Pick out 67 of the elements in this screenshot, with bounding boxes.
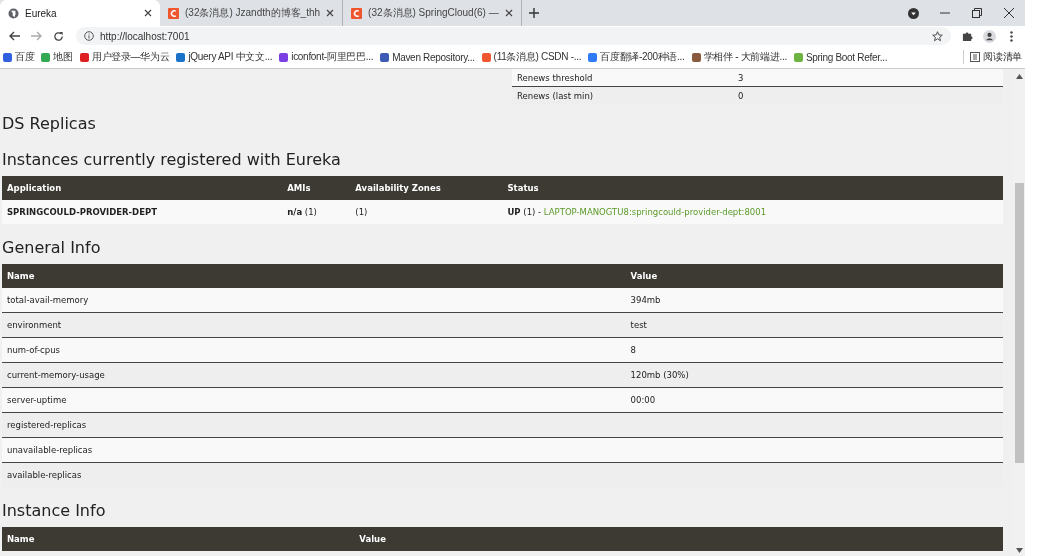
section-heading: General Info (2, 237, 102, 259)
down-arrow-icon[interactable] (1015, 548, 1023, 553)
column-header: Name (2, 264, 626, 288)
restore-icon[interactable] (972, 8, 982, 18)
bookmark[interactable]: jQuery API 中文文... (176, 50, 273, 64)
table-cell: Renews threshold (512, 69, 733, 87)
c-logo-icon (168, 7, 179, 19)
bookmark[interactable]: (11条消息) CSDN -... (481, 50, 582, 64)
table-cell: num-of-cpus (7, 345, 60, 355)
column-header: Availability Zones (350, 176, 503, 200)
bookmark[interactable]: 学相伴 - 大前端进... (691, 50, 787, 64)
table-cell: test (630, 320, 647, 330)
status-text: UP (1) - (507, 207, 543, 217)
bookmark[interactable]: 用户登录—华为云 (79, 50, 170, 64)
profile-icon[interactable] (982, 29, 996, 43)
column-header: Value (625, 264, 1003, 288)
section-heading: Instance Info (2, 500, 107, 522)
url-text: http://localhost:7001 (100, 30, 190, 42)
star-icon[interactable] (932, 30, 943, 42)
column-header: Value (354, 527, 1003, 551)
more-icon[interactable] (1009, 30, 1013, 42)
table-cell: environment (7, 320, 62, 330)
table-cell: (1) (350, 200, 503, 224)
section-heading: Instances currently registered with Eureka (2, 149, 342, 171)
close-icon[interactable] (1004, 8, 1014, 18)
table-cell: current-memory-usage (7, 370, 105, 380)
table-cell: available-replicas (7, 470, 82, 480)
reading-list-button[interactable]: 阅读清单 (963, 50, 1022, 64)
close-icon[interactable] (326, 9, 335, 17)
up-arrow-icon[interactable] (1015, 74, 1023, 79)
reload-icon[interactable] (52, 30, 64, 42)
table-cell: server-uptime (7, 395, 67, 405)
table-cell: total-avail-memory (7, 295, 89, 305)
scrollbar-thumb[interactable] (1014, 183, 1024, 463)
browser-tab[interactable]: Eureka (0, 0, 160, 26)
scrollbar[interactable] (1013, 69, 1025, 556)
close-icon[interactable] (504, 9, 513, 17)
table-cell: 00:00 (630, 395, 656, 405)
list-icon (970, 52, 981, 62)
plus-icon[interactable] (528, 8, 539, 18)
table-cell: n/a (1) (282, 200, 351, 224)
bookmark[interactable]: Spring Boot Refer... (793, 51, 888, 63)
bookmark[interactable]: 百度翻译-200种语... (588, 50, 685, 64)
table-cell: 8 (630, 345, 637, 355)
address-bar[interactable]: http://localhost:7001 (76, 27, 951, 45)
info-icon[interactable] (84, 31, 94, 41)
close-icon[interactable] (144, 9, 152, 17)
table-cell: 3 (732, 69, 1003, 87)
globe-icon (8, 7, 19, 19)
c-logo-icon (351, 7, 363, 19)
column-header: Application (2, 176, 283, 200)
bookmark[interactable]: iconfont-阿里巴巴... (279, 50, 374, 64)
section-heading: DS Replicas (2, 113, 97, 135)
table-cell: 394mb (630, 295, 661, 305)
column-header: AMIs (282, 176, 351, 200)
back-icon[interactable] (8, 31, 20, 41)
puzzle-icon[interactable] (961, 30, 973, 42)
table-cell: 120mb (30%) (630, 370, 689, 380)
bookmark[interactable]: 地图 (41, 50, 73, 64)
table-cell: registered-replicas (7, 420, 87, 430)
column-header: Name (2, 527, 355, 551)
bookmark[interactable]: Maven Repository... (380, 51, 475, 63)
column-header: Status (502, 176, 1003, 200)
table-cell: SPRINGCOULD-PROVIDER-DEPT (2, 200, 283, 224)
table-cell: unavailable-replicas (7, 445, 93, 455)
dropdown-icon[interactable] (907, 7, 919, 19)
bookmark[interactable]: 百度 (3, 50, 35, 64)
